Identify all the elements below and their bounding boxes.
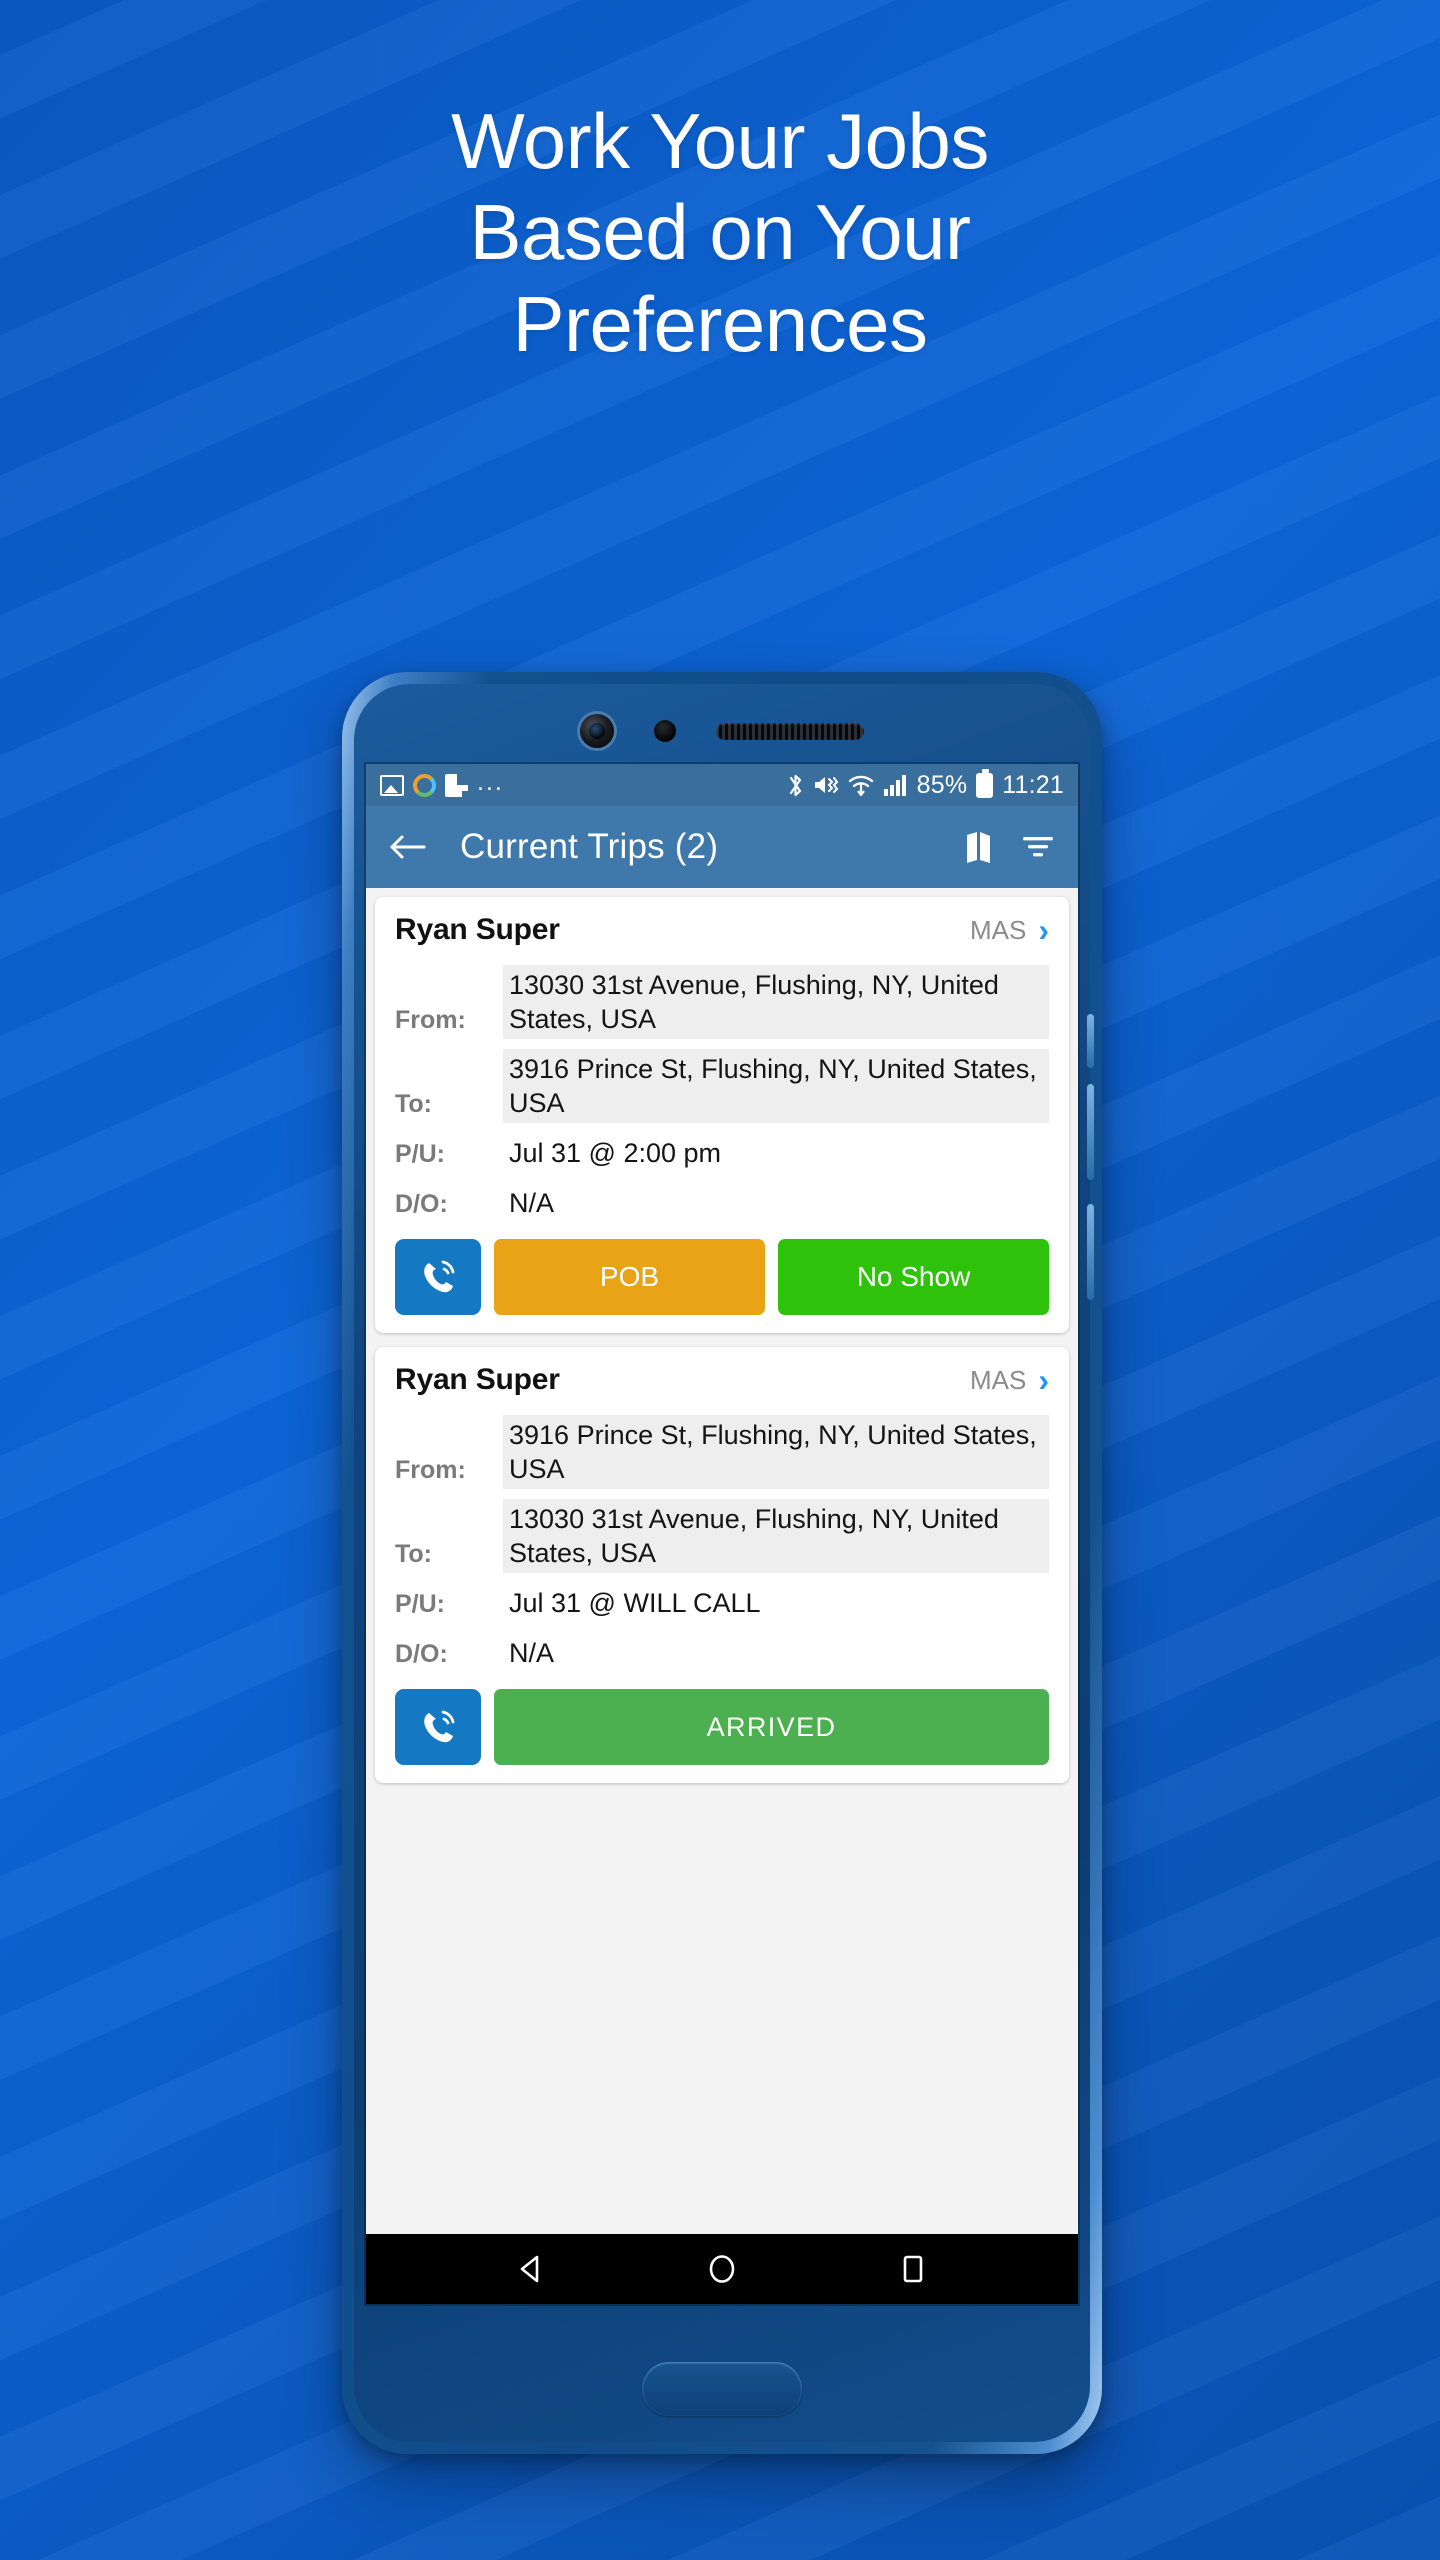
row-label-to: To: [395, 1540, 433, 1569]
bluetooth-icon [789, 774, 801, 796]
phone-call-icon [424, 1710, 455, 1743]
pob-button[interactable]: POB [494, 1239, 765, 1316]
trip-row-from: From: 13030 31st Avenue, Flushing, NY, U… [395, 965, 1049, 1040]
app-bar: Current Trips (2) [366, 806, 1078, 888]
phone-side-button-top[interactable] [1087, 1014, 1094, 1068]
trip-row-to: To: 3916 Prince St, Flushing, NY, United… [395, 1049, 1049, 1124]
row-label-dropoff: D/O: [395, 1190, 448, 1219]
proximity-sensor-icon [654, 720, 676, 742]
chevron-right-icon[interactable]: › [1038, 1364, 1049, 1396]
trip-row-to: To: 13030 31st Avenue, Flushing, NY, Uni… [395, 1499, 1049, 1574]
trip-row-dropoff: D/O: N/A [395, 1633, 1049, 1673]
promo-headline: Work Your Jobs Based on Your Preferences [0, 96, 1440, 370]
page-title: Current Trips (2) [460, 827, 719, 866]
nav-recents-icon[interactable] [896, 2252, 930, 2286]
wifi-icon [848, 775, 873, 797]
status-bar: ... 85% 11:21 [366, 764, 1078, 806]
trip-row-from: From: 3916 Prince St, Flushing, NY, Unit… [395, 1415, 1049, 1490]
back-arrow-icon[interactable] [388, 832, 426, 862]
trip-row-pickup: P/U: Jul 31 @ WILL CALL [395, 1583, 1049, 1623]
trip-card-actions: POB No Show [395, 1239, 1049, 1316]
trip-list[interactable]: Ryan Super MAS › From: 13030 31st Avenue… [366, 888, 1078, 2234]
nav-home-icon[interactable] [705, 2252, 739, 2286]
trip-card-actions: ARRIVED [395, 1689, 1049, 1766]
arrived-button[interactable]: ARRIVED [494, 1689, 1049, 1766]
row-value-dropoff: N/A [509, 1638, 555, 1669]
row-label-to: To: [395, 1090, 433, 1119]
trip-card[interactable]: Ryan Super MAS › From: 3916 Prince St, F… [375, 1347, 1069, 1784]
map-icon[interactable] [964, 830, 994, 864]
nav-back-icon[interactable] [514, 2252, 548, 2286]
physical-home-button[interactable] [642, 2362, 802, 2416]
chevron-right-icon[interactable]: › [1038, 914, 1049, 946]
battery-icon [976, 768, 994, 798]
status-bar-clock: 11:21 [1002, 770, 1064, 799]
row-value-to: 3916 Prince St, Flushing, NY, United Sta… [503, 1049, 1049, 1124]
headline-line-3: Preferences [512, 279, 928, 368]
phone-call-button[interactable] [395, 1239, 481, 1316]
headline-line-2: Based on Your [469, 188, 971, 277]
phone-mockup: ... 85% 11:21 Current Trips (2) Ryan Sup… [342, 672, 1102, 2454]
overflow-dots-icon: ... [477, 767, 504, 796]
row-value-dropoff: N/A [509, 1188, 555, 1219]
row-value-from: 3916 Prince St, Flushing, NY, United Sta… [503, 1415, 1049, 1490]
trip-card-header[interactable]: Ryan Super MAS › [395, 1363, 1049, 1397]
battery-percent-label: 85% [916, 770, 968, 799]
trip-tag: MAS [970, 914, 1027, 945]
phone-call-button[interactable] [395, 1689, 481, 1766]
trip-tag: MAS [970, 1364, 1027, 1395]
earpiece-speaker [716, 722, 864, 740]
row-value-to: 13030 31st Avenue, Flushing, NY, United … [503, 1499, 1049, 1574]
row-label-from: From: [395, 1456, 466, 1485]
trip-card-header[interactable]: Ryan Super MAS › [395, 913, 1049, 947]
trip-card[interactable]: Ryan Super MAS › From: 13030 31st Avenue… [375, 897, 1069, 1334]
phone-screen: ... 85% 11:21 Current Trips (2) Ryan Sup… [366, 764, 1078, 2304]
no-show-button[interactable]: No Show [778, 1239, 1049, 1316]
photo-icon [380, 774, 404, 796]
phone-top-hardware [342, 698, 1102, 764]
row-value-pickup: Jul 31 @ 2:00 pm [509, 1138, 722, 1169]
row-label-pickup: P/U: [395, 1140, 445, 1169]
phone-call-icon [424, 1260, 455, 1293]
filter-icon[interactable] [1020, 832, 1056, 862]
flipboard-icon [445, 773, 468, 797]
passenger-name: Ryan Super [395, 1363, 560, 1397]
vibrate-mute-icon [814, 777, 838, 793]
row-label-dropoff: D/O: [395, 1640, 448, 1669]
trip-row-dropoff: D/O: N/A [395, 1183, 1049, 1223]
status-bar-system: 85% 11:21 [787, 764, 1064, 806]
phone-volume-down-button[interactable] [1087, 1204, 1094, 1300]
row-label-from: From: [395, 1006, 466, 1035]
trip-row-pickup: P/U: Jul 31 @ 2:00 pm [395, 1133, 1049, 1173]
row-value-pickup: Jul 31 @ WILL CALL [509, 1588, 761, 1619]
row-label-pickup: P/U: [395, 1590, 445, 1619]
status-bar-notifications: ... [380, 767, 504, 801]
android-nav-bar [366, 2234, 1078, 2304]
phone-volume-up-button[interactable] [1087, 1084, 1094, 1180]
passenger-name: Ryan Super [395, 913, 560, 946]
front-camera-icon [580, 714, 614, 748]
headline-line-1: Work Your Jobs [451, 97, 989, 185]
row-value-from: 13030 31st Avenue, Flushing, NY, United … [503, 965, 1049, 1040]
ring-icon [413, 773, 436, 797]
signal-icon [883, 775, 906, 796]
